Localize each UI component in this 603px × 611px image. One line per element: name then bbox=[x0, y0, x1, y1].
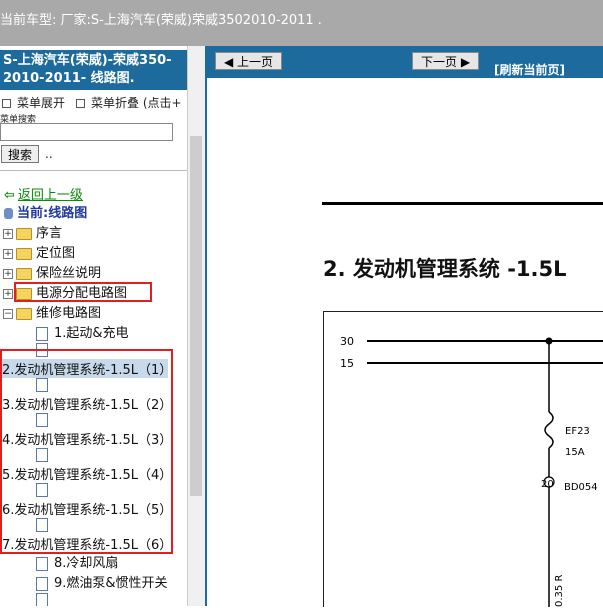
open-folder-icon bbox=[16, 307, 32, 320]
prev-page-button[interactable]: ◀ 上一页 bbox=[215, 52, 283, 70]
collapse-icon[interactable]: − bbox=[3, 308, 13, 319]
tree-leaf-spacer bbox=[36, 592, 54, 606]
vehicle-info: 当前车型: 厂家:S-上海汽车(荣威)荣威3502010-2011 . bbox=[0, 13, 322, 28]
tree-node-repair[interactable]: − 维修电路图 bbox=[3, 302, 101, 321]
expand-icon[interactable]: + bbox=[3, 288, 13, 299]
page-heading: 2. 发动机管理系统 -1.5L bbox=[323, 257, 567, 281]
sidebar-scrollbar[interactable] bbox=[187, 46, 205, 606]
tree-leaf-start-charge[interactable]: 1.起动&充电 bbox=[36, 322, 129, 341]
scrollbar-thumb[interactable] bbox=[190, 136, 202, 496]
menu-expand-button[interactable]: 菜单展开 bbox=[2, 94, 65, 111]
back-arrow-icon: ⇦ bbox=[4, 188, 15, 203]
square-icon bbox=[76, 99, 85, 108]
sidebar-header: S-上海汽车(荣威)-荣威350-2010-2011- 线路图. bbox=[0, 50, 188, 90]
square-icon bbox=[2, 99, 11, 108]
folder-icon bbox=[16, 227, 32, 240]
divider bbox=[0, 170, 188, 171]
document-icon bbox=[36, 556, 48, 571]
fuse-id: EF23 bbox=[565, 426, 590, 437]
tree-leaf-cooling-fan[interactable]: 8.冷却风扇 bbox=[36, 552, 118, 571]
page-navbar: ◀ 上一页 下一页 ▶ [刷新当前页] bbox=[207, 46, 603, 78]
expand-icon[interactable]: + bbox=[3, 268, 13, 279]
wire-spec: 0.35 R bbox=[554, 575, 565, 607]
wiring-diagram: 30 15 EF23 15A 20 BD054 0.35 R bbox=[323, 311, 603, 607]
folder-icon bbox=[16, 247, 32, 260]
database-icon bbox=[4, 208, 13, 219]
tree-node-preface[interactable]: + 序言 bbox=[3, 222, 62, 241]
tree-leaf-fuel-pump[interactable]: 9.燃油泵&惯性开关 bbox=[36, 572, 168, 591]
header-rule bbox=[322, 202, 603, 205]
highlight-box-engine bbox=[0, 349, 173, 554]
sidebar: S-上海汽车(荣威)-荣威350-2010-2011- 线路图. 菜单展开 菜单… bbox=[0, 46, 205, 606]
fuse-rating: 15A bbox=[565, 447, 585, 458]
search-more: .. bbox=[45, 147, 53, 161]
wire-label-30: 30 bbox=[340, 335, 354, 348]
next-arrow-icon: ▶ bbox=[457, 55, 471, 69]
search-input[interactable] bbox=[0, 123, 173, 141]
highlight-box-power bbox=[14, 282, 152, 302]
expand-icon[interactable]: + bbox=[3, 248, 13, 259]
content-pane: ◀ 上一页 下一页 ▶ [刷新当前页] 2. 发动机管理系统 -1.5L 30 … bbox=[205, 46, 603, 607]
current-location: 当前:线路图 bbox=[4, 202, 87, 221]
next-page-button[interactable]: 下一页 ▶ bbox=[412, 52, 480, 70]
tree-node-fuse[interactable]: + 保险丝说明 bbox=[3, 262, 101, 281]
wire-label-15: 15 bbox=[340, 357, 354, 370]
document-icon bbox=[36, 326, 48, 341]
back-link[interactable]: ⇦ 返回上一级 bbox=[4, 184, 83, 203]
top-bar: 当前车型: 厂家:S-上海汽车(荣威)荣威3502010-2011 . bbox=[0, 0, 603, 46]
document-icon bbox=[36, 576, 48, 591]
expand-icon[interactable]: + bbox=[3, 228, 13, 239]
connector-id: BD054 bbox=[564, 482, 598, 493]
search-button[interactable]: 搜索 bbox=[1, 145, 39, 163]
tree-node-location[interactable]: + 定位图 bbox=[3, 242, 75, 261]
folder-icon bbox=[16, 267, 32, 280]
prev-arrow-icon: ◀ bbox=[224, 55, 238, 69]
pin-number: 20 bbox=[541, 479, 554, 490]
refresh-link[interactable]: [刷新当前页] bbox=[494, 61, 565, 78]
menu-collapse-button[interactable]: 菜单折叠 (点击+ bbox=[76, 94, 182, 111]
document-icon bbox=[36, 592, 48, 606]
wiring-diagram-svg: 30 15 EF23 15A 20 BD054 0.35 R bbox=[340, 335, 603, 607]
